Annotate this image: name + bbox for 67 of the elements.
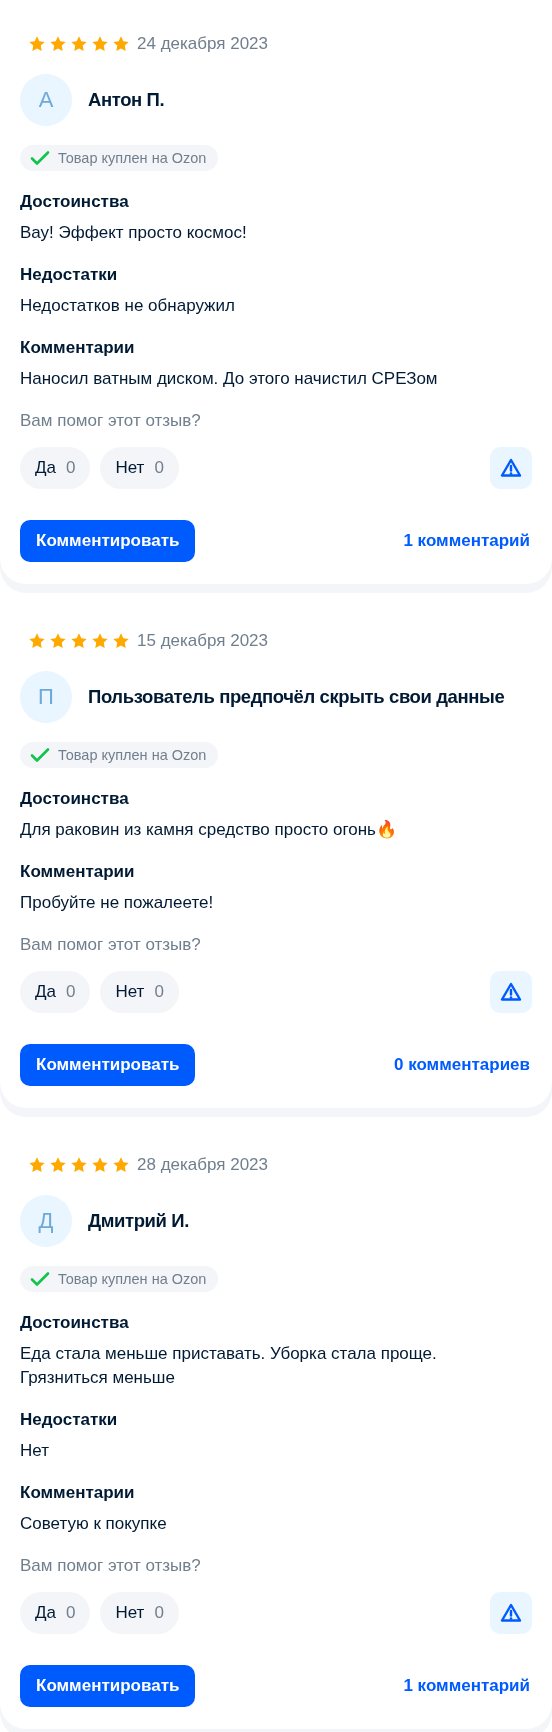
star-icon	[49, 632, 67, 650]
section-heading: Комментарии	[20, 1482, 136, 1504]
section-heading: Достоинства	[20, 788, 130, 810]
section-text: Еда стала меньше приставать. Уборка стала проще. Грязниться меньше	[20, 1343, 438, 1389]
star-icon	[91, 1156, 109, 1174]
section-text: Недостатков не обнаружил	[20, 295, 236, 317]
section-heading: Недостатки	[20, 1409, 119, 1431]
author-name: Антон П.	[88, 89, 165, 111]
review-date: 24 декабря 2023	[137, 34, 269, 54]
section-text: Наносил ватным диском. До этого начистил СРЕЗом	[20, 368, 439, 390]
report-button[interactable]	[490, 971, 532, 1013]
purchase-badge: Товар куплен на Ozon	[20, 1266, 219, 1292]
no-button[interactable]: Нет 0	[100, 971, 179, 1013]
report-button[interactable]	[490, 447, 532, 489]
star-icon	[70, 1156, 88, 1174]
check-icon	[30, 1271, 50, 1287]
no-button[interactable]: Нет 0	[100, 447, 179, 489]
section-heading: Достоинства	[20, 1312, 130, 1334]
star-icon	[28, 35, 46, 53]
comment-button[interactable]: Комментировать	[20, 1044, 196, 1086]
report-button[interactable]	[490, 1592, 532, 1634]
helpful-question: Вам помог этот отзыв?	[20, 1555, 202, 1577]
star-icon	[49, 1156, 67, 1174]
star-icon	[49, 35, 67, 53]
section-heading: Комментарии	[20, 337, 136, 359]
star-icon	[70, 632, 88, 650]
helpful-question: Вам помог этот отзыв?	[20, 934, 202, 956]
star-icon	[112, 1156, 130, 1174]
avatar: Д	[20, 1195, 72, 1247]
warning-icon	[500, 982, 522, 1002]
star-icon	[91, 632, 109, 650]
purchase-badge: Товар куплен на Ozon	[20, 742, 219, 768]
check-icon	[30, 747, 50, 763]
yes-button[interactable]: Да 0	[20, 971, 91, 1013]
section-text: Нет	[20, 1440, 50, 1462]
star-icon	[91, 35, 109, 53]
purchase-badge: Товар куплен на Ozon	[20, 145, 219, 171]
section-heading: Недостатки	[20, 264, 119, 286]
yes-button[interactable]: Да 0	[20, 1592, 91, 1634]
comments-link[interactable]: 0 комментариев	[393, 1055, 530, 1075]
star-icon	[28, 1156, 46, 1174]
author-name: Пользователь предпочёл скрыть свои данные	[88, 686, 505, 708]
warning-icon	[500, 458, 522, 478]
comment-button[interactable]: Комментировать	[20, 1665, 196, 1707]
helpful-question: Вам помог этот отзыв?	[20, 410, 202, 432]
star-icon	[112, 632, 130, 650]
section-text: Пробуйте не пожалеете!	[20, 892, 215, 914]
section-heading: Комментарии	[20, 861, 136, 883]
section-text: Для раковин из камня средство просто огонь🔥	[20, 819, 398, 841]
section-heading: Достоинства	[20, 191, 130, 213]
star-icon	[28, 632, 46, 650]
check-icon	[30, 150, 50, 166]
avatar: А	[20, 74, 72, 126]
comments-link[interactable]: 1 комментарий	[403, 1676, 530, 1696]
no-button[interactable]: Нет 0	[100, 1592, 179, 1634]
section-text: Советую к покупке	[20, 1513, 168, 1535]
star-icon	[70, 35, 88, 53]
author-name: Дмитрий И.	[88, 1210, 189, 1232]
comment-button[interactable]: Комментировать	[20, 520, 196, 562]
section-text: Вау! Эффект просто космос!	[20, 222, 248, 244]
comments-link[interactable]: 1 комментарий	[403, 531, 530, 551]
avatar: П	[20, 671, 72, 723]
warning-icon	[500, 1603, 522, 1623]
review-date: 15 декабря 2023	[137, 631, 269, 651]
review-date: 28 декабря 2023	[137, 1155, 269, 1175]
yes-button[interactable]: Да 0	[20, 447, 91, 489]
star-icon	[112, 35, 130, 53]
